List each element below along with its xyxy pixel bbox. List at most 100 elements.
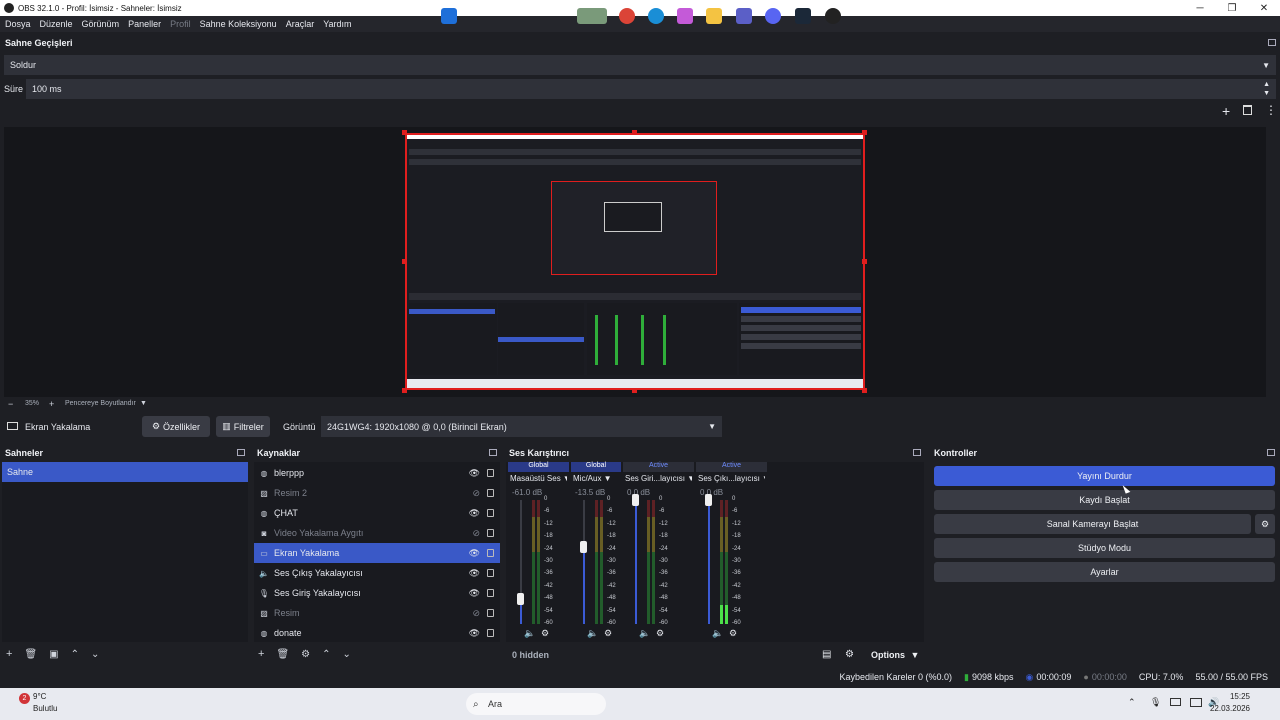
source-item-audio-output[interactable]: 🔈 Ses Çıkış Yakalayıcısı 👁 [254, 563, 500, 583]
fader-knob[interactable] [632, 494, 639, 506]
source-item-resim-2[interactable]: ▨ Resim 2 ⊘ [254, 483, 500, 503]
teams-icon[interactable] [736, 8, 752, 24]
menu-duzenle[interactable]: Düzenle [40, 19, 73, 29]
eye-icon[interactable]: 👁 [469, 468, 480, 479]
dock-float-icon[interactable] [1267, 449, 1275, 456]
menu-sahne-koleksiyonu[interactable]: Sahne Koleksiyonu [200, 19, 277, 29]
scene-filter-icon[interactable]: ▣ [49, 649, 58, 660]
tray-chevron-icon[interactable]: ⌃ [1128, 697, 1136, 708]
source-properties-icon[interactable]: ⚙ [301, 649, 310, 660]
source-item-resim[interactable]: ▨ Resim ⊘ [254, 603, 500, 623]
add-scene-icon[interactable]: + [6, 648, 12, 660]
edge-icon[interactable] [648, 8, 664, 24]
source-item-video-capture[interactable]: ◙ Video Yakalama Aygıtı ⊘ [254, 523, 500, 543]
obs-taskbar-icon[interactable] [825, 8, 841, 24]
dock-float-icon[interactable] [913, 449, 921, 456]
minimize-button[interactable]: ─ [1184, 0, 1216, 16]
weather-widget[interactable]: 9°C Bulutlu [33, 692, 57, 713]
mute-icon[interactable]: 🔈 [639, 628, 650, 639]
fader-knob[interactable] [517, 593, 524, 606]
studio-mode-button[interactable]: Stüdyo Modu [934, 538, 1275, 558]
fader-knob[interactable] [580, 541, 587, 554]
mixer-options-button[interactable]: Options ▼ [871, 650, 919, 660]
lock-icon[interactable] [487, 489, 494, 497]
discord-icon[interactable] [765, 8, 781, 24]
dock-float-icon[interactable] [237, 449, 245, 456]
lock-icon[interactable] [487, 549, 494, 557]
delete-scene-icon[interactable]: 🗑 [24, 649, 37, 660]
eye-icon[interactable]: 👁 [469, 568, 480, 579]
mute-icon[interactable]: 🔈 [587, 628, 598, 639]
resize-handle-br[interactable] [862, 388, 867, 393]
channel-name[interactable]: Masaüstü Ses ▼ [510, 474, 567, 483]
add-source-icon[interactable]: + [258, 648, 264, 660]
duration-input[interactable]: 100 ms ▲ ▼ [26, 79, 1276, 99]
resize-handle-b[interactable] [632, 388, 637, 393]
taskbar-clock[interactable]: 15:25 22.03.2026 [1210, 692, 1250, 713]
source-item-donate[interactable]: ◍ donate 👁 [254, 623, 500, 643]
resize-handle-r[interactable] [862, 259, 867, 264]
menu-dosya[interactable]: Dosya [5, 19, 31, 29]
stop-stream-button[interactable]: Yayını Durdur [934, 466, 1275, 486]
start-virtualcam-button[interactable]: Sanal Kamerayı Başlat [934, 514, 1251, 534]
resize-handle-bl[interactable] [402, 388, 407, 393]
mixer-advanced-icon[interactable]: ⚙ [845, 649, 854, 660]
menu-paneller[interactable]: Paneller [128, 19, 161, 29]
lock-icon[interactable] [487, 589, 494, 597]
eye-hidden-icon[interactable]: ⊘ [472, 608, 480, 619]
tray-display-icon[interactable] [1190, 698, 1202, 707]
resize-handle-t[interactable] [632, 130, 637, 135]
dock-float-icon[interactable] [489, 449, 497, 456]
zoom-out-icon[interactable]: − [8, 399, 13, 409]
zoom-in-icon[interactable]: + [49, 399, 54, 409]
resize-handle-tl[interactable] [402, 130, 407, 135]
channel-settings-icon[interactable]: ⚙ [656, 628, 664, 639]
fader-track[interactable] [708, 500, 710, 624]
add-transition-icon[interactable]: + [1222, 103, 1230, 119]
lock-icon[interactable] [487, 629, 494, 637]
zoom-chevron-icon[interactable]: ▼ [140, 400, 147, 407]
mute-icon[interactable]: 🔈 [712, 628, 723, 639]
delete-source-icon[interactable]: 🗑 [276, 649, 289, 660]
spinner-icon[interactable]: ▲ ▼ [1263, 80, 1270, 98]
more-options-icon[interactable]: ⋮ [1265, 103, 1277, 117]
fader-track[interactable] [635, 500, 637, 624]
close-button[interactable]: ✕ [1248, 0, 1280, 16]
mute-icon[interactable]: 🔈 [524, 628, 535, 639]
move-down-icon[interactable]: ⌄ [343, 649, 351, 660]
menu-araclar[interactable]: Araçlar [286, 19, 315, 29]
lock-icon[interactable] [487, 569, 494, 577]
taskbar-search[interactable]: ⌕ Ara [466, 693, 606, 715]
filters-button[interactable]: ▥ Filtreler [216, 416, 270, 437]
fader-knob[interactable] [705, 494, 712, 506]
source-item-screen-capture[interactable]: ▭ Ekran Yakalama 👁 [254, 543, 500, 563]
properties-button[interactable]: ⚙ Özellikler [142, 416, 210, 437]
source-item-audio-input[interactable]: 🎙 Ses Giriş Yakalayıcısı 👁 [254, 583, 500, 603]
channel-settings-icon[interactable]: ⚙ [604, 628, 612, 639]
preview-canvas[interactable] [405, 133, 865, 390]
start-record-button[interactable]: Kaydı Başlat [934, 490, 1275, 510]
channel-settings-icon[interactable]: ⚙ [729, 628, 737, 639]
resize-handle-tr[interactable] [862, 130, 867, 135]
chrome-icon[interactable] [619, 8, 635, 24]
eye-icon[interactable]: 👁 [469, 508, 480, 519]
lock-icon[interactable] [487, 609, 494, 617]
delete-transition-icon[interactable] [1243, 105, 1252, 115]
transition-select[interactable]: Soldur ▼ [4, 55, 1276, 75]
zoom-mode[interactable]: Pencereye Boyutlandır [65, 400, 136, 407]
tray-keyboard-icon[interactable] [1170, 698, 1181, 706]
menu-yardim[interactable]: Yardım [323, 19, 351, 29]
resize-handle-l[interactable] [402, 259, 407, 264]
fader-track-empty[interactable] [583, 500, 585, 548]
scene-item[interactable]: Sahne [2, 462, 248, 482]
display-select[interactable]: 24G1WG4: 1920x1080 @ 0,0 (Birincil Ekran… [321, 416, 722, 437]
source-item-blerppp[interactable]: ◍ blerppp 👁 [254, 463, 500, 483]
dock-float-icon[interactable] [1268, 39, 1276, 46]
move-down-icon[interactable]: ⌄ [91, 649, 99, 660]
source-item-chat[interactable]: ◍ ÇHAT 👁 [254, 503, 500, 523]
settings-button[interactable]: Ayarlar [934, 562, 1275, 582]
channel-settings-icon[interactable]: ⚙ [541, 628, 549, 639]
eye-icon[interactable]: 👁 [469, 628, 480, 639]
windows-start-icon[interactable] [441, 8, 457, 24]
tray-mic-icon[interactable]: 🎙 [1150, 697, 1161, 708]
